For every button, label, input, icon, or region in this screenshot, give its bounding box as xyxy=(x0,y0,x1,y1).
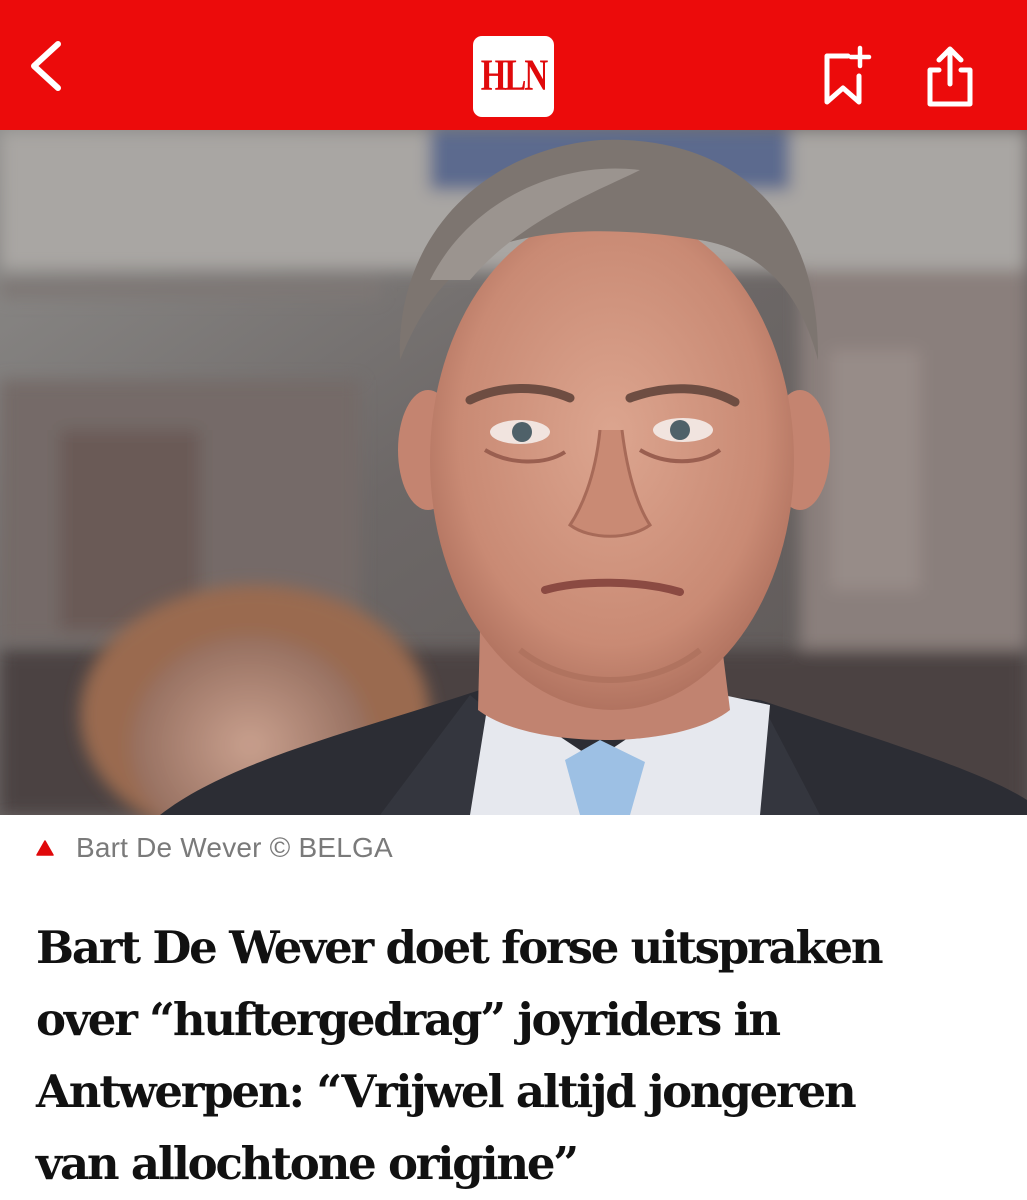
headline-line: van allochtone origine” xyxy=(36,1137,579,1190)
bookmark-add-icon xyxy=(824,45,872,105)
headline-line: Bart De Wever doet forse uitspraken xyxy=(36,921,884,974)
article-headline: Bart De Wever doet forse uitspraken over… xyxy=(36,912,1006,1200)
logo-text: HLN xyxy=(480,51,549,101)
hln-logo[interactable]: HLN xyxy=(473,36,554,117)
bookmark-button[interactable] xyxy=(818,44,876,108)
share-icon xyxy=(927,46,973,107)
headline-line: Antwerpen: “Vrijwel altijd jongeren xyxy=(36,1065,857,1118)
caption-text: Bart De Wever © BELGA xyxy=(76,832,393,863)
top-bar: HLN xyxy=(0,0,1027,130)
article-photo xyxy=(0,130,1027,815)
triangle-up-icon xyxy=(36,840,54,856)
back-button[interactable] xyxy=(22,38,78,94)
article-page: HLN Bart De Wever © BELGA Bart De Wever … xyxy=(0,0,1027,1200)
share-button[interactable] xyxy=(922,44,978,108)
photo-caption: Bart De Wever © BELGA xyxy=(36,830,393,866)
article-photo-image xyxy=(0,130,1027,815)
headline-line: over “huftergedrag” joyriders in xyxy=(36,993,781,1046)
chevron-left-icon xyxy=(31,41,61,91)
